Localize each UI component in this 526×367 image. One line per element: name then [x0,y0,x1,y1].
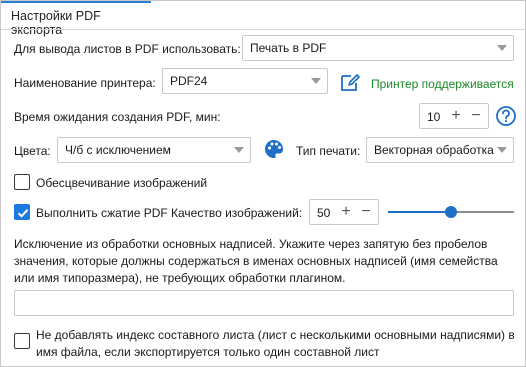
help-icon[interactable] [495,105,517,127]
colors-select-value: Ч/б с исключением [65,143,171,157]
colors-select[interactable]: Ч/б с исключением [57,137,251,163]
quality-value: 50 [317,206,331,220]
palette-icon[interactable] [263,138,285,160]
printer-status: Принтер поддерживается [371,77,514,91]
slider-fill [388,211,451,213]
print-type-select[interactable]: Векторная обработка [366,137,514,163]
timeout-increment-button[interactable]: + [447,106,465,126]
timeout-value: 10 [427,110,441,124]
timeout-label: Время ожидания создания PDF, мин: [14,110,221,124]
pdf-export-settings-panel: Настройки PDF экспорта Для вывода листов… [0,0,526,367]
chevron-down-icon [311,78,321,84]
printer-select[interactable]: PDF24 [162,68,328,94]
print-type-select-value: Векторная обработка [374,143,494,157]
output-label: Для вывода листов в PDF использовать: [14,42,241,56]
tab-divider [1,29,526,30]
timeout-decrement-button[interactable]: − [467,106,485,126]
compress-label: Выполнить сжатие PDF [36,206,168,220]
exclusion-input[interactable] [14,290,514,316]
tab-pdf-export-settings[interactable]: Настройки PDF экспорта [1,1,151,37]
chevron-down-icon [234,147,244,153]
quality-increment-button[interactable]: + [337,202,355,222]
exclusion-description: Исключение из обработки основных надписе… [14,237,498,285]
print-type-label: Тип печати: [296,144,361,158]
quality-label: Качество изображений: [171,206,303,220]
slider-track [451,211,514,213]
tab-title: Настройки PDF экспорта [11,9,101,37]
desaturate-label: Обесцвечивание изображений [36,176,208,190]
compress-checkbox[interactable] [14,204,30,220]
chevron-down-icon [497,45,507,51]
composite-index-label: Не добавлять индекс составного листа (ли… [36,328,515,359]
printer-select-value: PDF24 [170,74,208,88]
output-select-value: Печать в PDF [250,41,327,55]
checkmark-icon [17,209,29,218]
slider-thumb[interactable] [445,206,457,218]
quality-stepper[interactable]: 50 + − [309,199,379,225]
composite-index-checkbox[interactable] [14,333,30,349]
timeout-stepper[interactable]: 10 + − [419,103,489,129]
colors-label: Цвета: [14,144,51,158]
chevron-down-icon [497,147,507,153]
quality-decrement-button[interactable]: − [357,202,375,222]
desaturate-checkbox[interactable] [14,174,30,190]
output-select[interactable]: Печать в PDF [242,35,514,61]
edit-icon[interactable] [339,71,361,93]
printer-label: Наименование принтера: [14,76,156,90]
